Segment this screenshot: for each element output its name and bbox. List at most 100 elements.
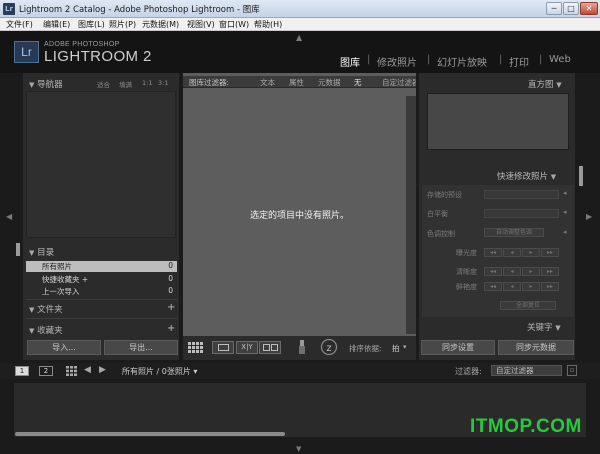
collapse-top-panel-icon[interactable]: ▲ (296, 33, 302, 42)
menu-window[interactable]: 窗口(W) (219, 19, 249, 30)
expand-triangle-icon: ▼ (556, 81, 562, 89)
minimize-button[interactable]: ─ (546, 2, 562, 15)
module-separator: | (539, 54, 543, 65)
tone-control-arrow-icon[interactable]: ◂ (563, 228, 567, 236)
module-separator: | (427, 54, 431, 65)
zoom-fit[interactable]: 适合 (97, 79, 110, 89)
expand-triangle-icon: ▼ (555, 324, 561, 332)
filter-text[interactable]: 文本 (260, 77, 275, 88)
filter-attribute[interactable]: 属性 (289, 77, 304, 88)
module-library[interactable]: 图库 (340, 54, 360, 69)
collapse-filmstrip-icon[interactable]: ▼ (296, 445, 301, 453)
catalog-item-previous-import[interactable]: 上一次导入 0 (26, 286, 177, 297)
filmstrip-scrollbar[interactable] (15, 432, 285, 436)
clarity-increase-large[interactable]: ▸▸ (541, 267, 559, 276)
module-print[interactable]: 打印 (509, 54, 529, 69)
keywords-header[interactable]: 关键字 ▼ (527, 321, 561, 333)
export-button[interactable]: 导出... (104, 340, 178, 355)
white-balance-select[interactable] (484, 209, 559, 218)
import-button[interactable]: 导入... (27, 340, 101, 355)
tone-control-label: 色调控制 (427, 230, 455, 238)
collections-header[interactable]: ▼ 收藏夹 (29, 324, 63, 336)
sort-label: 排序依据: (349, 344, 382, 353)
forward-arrow-icon[interactable]: ▶ (99, 365, 106, 375)
module-develop[interactable]: 修改照片 (377, 54, 417, 69)
auto-tone-button[interactable]: 自动调整色调 (484, 228, 544, 237)
maximize-button[interactable]: □ (563, 2, 579, 15)
painter-icon[interactable] (297, 339, 307, 355)
module-web[interactable]: Web (549, 54, 571, 65)
grid-view-icon[interactable] (66, 366, 77, 376)
exposure-increase-large[interactable]: ▸▸ (541, 248, 559, 257)
filter-preset[interactable]: 自定过滤器 (382, 77, 416, 88)
reset-all-button[interactable]: 全部复位 (500, 301, 556, 310)
site-watermark: ITMOP.COM (470, 416, 582, 437)
menu-file[interactable]: 文件(F) (6, 19, 33, 30)
compare-view-icon[interactable]: X|Y (236, 341, 258, 354)
filter-none[interactable]: 无 (354, 77, 362, 88)
catalog-item-count: 0 (168, 261, 173, 270)
clarity-decrease[interactable]: ◂ (503, 267, 521, 276)
zoom-fill[interactable]: 填满 (119, 79, 132, 89)
left-panel-scrollbar[interactable] (16, 243, 20, 256)
clarity-decrease-large[interactable]: ◂◂ (484, 267, 502, 276)
vibrance-increase-large[interactable]: ▸▸ (541, 282, 559, 291)
folders-header[interactable]: ▼ 文件夹 (29, 303, 63, 315)
sort-value[interactable]: 拍 (392, 343, 400, 354)
histogram-header[interactable]: 直方图 ▼ (528, 78, 562, 90)
menu-edit[interactable]: 编辑(E) (43, 19, 70, 30)
grid-view-icon[interactable] (187, 341, 207, 354)
filmstrip-source[interactable]: 所有照片 / 0张照片 ▾ (122, 366, 197, 377)
navigator-header[interactable]: ▼ 导航器 (29, 78, 63, 90)
sync-settings-button[interactable]: 同步设置 (421, 340, 495, 355)
expand-triangle-icon: ▼ (29, 327, 35, 335)
loupe-view-icon[interactable] (212, 341, 234, 354)
module-slideshow[interactable]: 幻灯片放映 (437, 54, 487, 69)
catalog-header[interactable]: ▼ 目录 (29, 246, 54, 258)
close-button[interactable]: ✕ (580, 2, 598, 15)
filter-metadata[interactable]: 元数据 (318, 77, 341, 88)
vibrance-decrease[interactable]: ◂ (503, 282, 521, 291)
quick-develop-header[interactable]: 快速修改照片 ▼ (497, 170, 556, 182)
right-panel-scrollbar[interactable] (579, 166, 583, 186)
clarity-increase[interactable]: ▸ (522, 267, 540, 276)
exposure-decrease-large[interactable]: ◂◂ (484, 248, 502, 257)
menu-library[interactable]: 图库(L) (78, 19, 105, 30)
primary-monitor-button[interactable]: 1 (15, 366, 29, 376)
vibrance-decrease-large[interactable]: ◂◂ (484, 282, 502, 291)
menu-view[interactable]: 视图(V) (187, 19, 215, 30)
back-arrow-icon[interactable]: ◀ (84, 365, 91, 375)
keywords-title: 关键字 (527, 323, 553, 333)
sort-direction-icon[interactable]: z (320, 338, 338, 356)
sync-metadata-button[interactable]: 同步元数据 (498, 340, 574, 355)
menu-help[interactable]: 帮助(H) (254, 19, 282, 30)
zoom-3-1[interactable]: 3:1 (158, 79, 168, 87)
brand-title: LIGHTROOM 2 (44, 48, 152, 65)
navigator-preview[interactable] (26, 91, 176, 238)
exposure-increase[interactable]: ▸ (522, 248, 540, 257)
catalog-item-all-photos[interactable]: 所有照片 0 (26, 261, 177, 272)
add-collection-icon[interactable]: + (167, 323, 175, 334)
catalog-item-quick-collection[interactable]: 快捷收藏夹 + 0 (26, 274, 177, 285)
zoom-1-1[interactable]: 1:1 (142, 79, 152, 87)
vibrance-increase[interactable]: ▸ (522, 282, 540, 291)
histogram-title: 直方图 (528, 80, 554, 90)
add-folder-icon[interactable]: + (167, 302, 175, 313)
saved-preset-select[interactable] (484, 190, 559, 199)
filmstrip-filter-select[interactable]: 自定过滤器 (491, 365, 562, 376)
survey-view-icon[interactable] (259, 341, 281, 354)
white-balance-arrow-icon[interactable]: ◂ (563, 208, 567, 216)
saved-preset-arrow-icon[interactable]: ◂ (563, 189, 567, 197)
filter-lock-icon[interactable]: ▫ (567, 365, 577, 376)
sort-dropdown-icon[interactable]: ▾ (403, 343, 407, 351)
clarity-label: 清晰度 (456, 268, 477, 276)
collapse-right-panel-icon[interactable]: ▶ (586, 212, 592, 221)
catalog-item-label: 所有照片 (42, 262, 72, 271)
exposure-decrease[interactable]: ◂ (503, 248, 521, 257)
secondary-monitor-button[interactable]: 2 (39, 366, 53, 376)
grid-view[interactable] (183, 73, 416, 336)
menu-photo[interactable]: 照片(P) (109, 19, 136, 30)
window-titlebar: Lr Lightroom 2 Catalog - Adobe Photoshop… (0, 0, 600, 18)
menu-metadata[interactable]: 元数据(M) (142, 19, 179, 30)
collapse-left-panel-icon[interactable]: ◀ (6, 212, 12, 221)
